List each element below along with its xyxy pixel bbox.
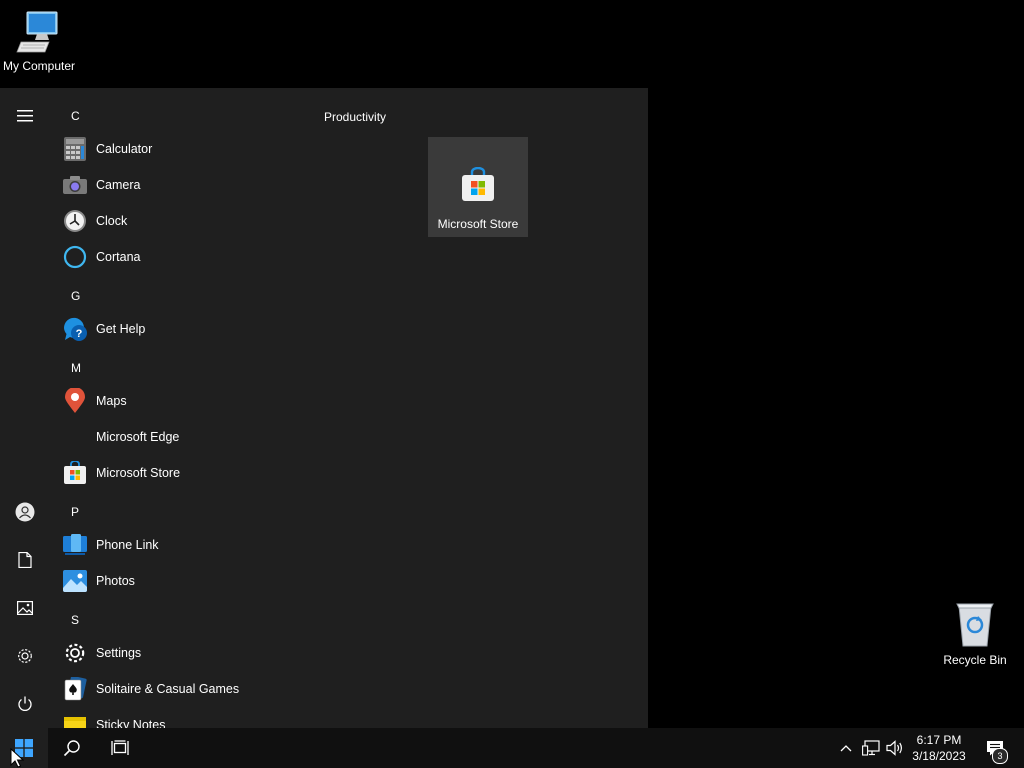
taskbar-clock[interactable]: 6:17 PM 3/18/2023	[906, 732, 972, 764]
start-button[interactable]	[0, 728, 48, 768]
maps-icon	[62, 388, 88, 414]
section-header-s[interactable]: S	[71, 613, 79, 627]
app-microsoft-store[interactable]: Microsoft Store	[60, 456, 300, 490]
tile-label: Microsoft Store	[437, 217, 519, 231]
app-clock[interactable]: Clock	[60, 204, 300, 238]
desktop: My Computer Recycle Bin C Calculator Cam…	[0, 0, 1024, 768]
my-computer-desktop-icon[interactable]: My Computer	[0, 8, 78, 73]
app-solitaire[interactable]: Solitaire & Casual Games	[60, 672, 300, 706]
app-camera[interactable]: Camera	[60, 168, 300, 202]
section-header-c[interactable]: C	[71, 109, 80, 123]
app-label: Sticky Notes	[96, 718, 166, 728]
task-view-icon	[111, 740, 129, 755]
pictures-icon	[17, 601, 33, 615]
clock-icon	[62, 208, 88, 234]
app-label: Microsoft Edge	[96, 430, 180, 444]
computer-icon	[16, 11, 58, 53]
sticky-notes-icon	[62, 712, 88, 728]
app-label: Calculator	[96, 142, 153, 156]
microsoft-store-icon	[62, 460, 88, 486]
recycle-bin-icon	[956, 603, 994, 647]
app-list[interactable]: C Calculator Camera Clock Cortana G ? Ge…	[50, 88, 310, 728]
photos-icon	[62, 568, 88, 594]
app-sticky-notes[interactable]: Sticky Notes	[60, 708, 300, 728]
app-label: Cortana	[96, 250, 141, 264]
app-phone-link[interactable]: Phone Link	[60, 528, 300, 562]
documents-icon	[18, 552, 32, 568]
app-maps[interactable]: Maps	[60, 384, 300, 418]
clock-time: 6:17 PM	[916, 733, 962, 747]
settings-icon	[62, 640, 88, 666]
app-microsoft-edge[interactable]: Microsoft Edge	[60, 420, 300, 454]
app-calculator[interactable]: Calculator	[60, 132, 300, 166]
app-label: Solitaire & Casual Games	[96, 682, 240, 696]
microsoft-store-icon	[462, 167, 494, 201]
task-view-button[interactable]	[96, 728, 144, 768]
notification-count-badge: 3	[992, 748, 1008, 764]
settings-button[interactable]	[0, 636, 50, 676]
mouse-pointer-icon	[10, 748, 24, 768]
volume-button[interactable]	[884, 728, 906, 768]
app-label: Get Help	[96, 322, 146, 336]
clock-date: 3/18/2023	[912, 749, 966, 763]
app-cortana[interactable]: Cortana	[60, 240, 300, 274]
camera-icon	[62, 172, 88, 198]
app-label: Maps	[96, 394, 127, 408]
calculator-icon	[62, 136, 88, 162]
recycle-bin-desktop-icon[interactable]: Recycle Bin	[940, 600, 1010, 667]
power-button[interactable]	[0, 684, 50, 724]
start-menu-rail	[0, 88, 50, 728]
microsoft-edge-icon	[62, 424, 88, 450]
get-help-icon: ?	[62, 316, 88, 342]
volume-icon	[886, 740, 902, 756]
app-label: Settings	[96, 646, 142, 660]
user-account-icon	[15, 502, 35, 522]
svg-text:?: ?	[76, 328, 83, 340]
show-hidden-icons-button[interactable]	[836, 728, 856, 768]
network-button[interactable]	[860, 728, 882, 768]
section-header-p[interactable]: P	[71, 505, 79, 519]
hamburger-menu-icon	[17, 110, 33, 122]
documents-button[interactable]	[0, 540, 50, 580]
my-computer-label: My Computer	[2, 59, 76, 73]
taskbar: 6:17 PM 3/18/2023 3	[0, 728, 1024, 768]
app-label: Clock	[96, 214, 128, 228]
microsoft-store-tile[interactable]: Microsoft Store	[428, 137, 528, 237]
recycle-bin-label: Recycle Bin	[943, 653, 1007, 667]
app-label: Phone Link	[96, 538, 159, 552]
power-icon	[18, 696, 32, 711]
settings-gear-icon	[18, 649, 32, 663]
user-account-button[interactable]	[0, 492, 50, 532]
expand-menu-button[interactable]	[0, 96, 50, 136]
search-icon	[63, 740, 80, 757]
app-get-help[interactable]: ? Get Help	[60, 312, 300, 346]
solitaire-icon	[62, 676, 88, 702]
chevron-up-icon	[840, 745, 852, 752]
network-icon	[862, 740, 880, 756]
cortana-icon	[62, 244, 88, 270]
tile-group-title[interactable]: Productivity	[324, 110, 386, 124]
app-settings[interactable]: Settings	[60, 636, 300, 670]
pictures-button[interactable]	[0, 588, 50, 628]
app-photos[interactable]: Photos	[60, 564, 300, 598]
section-header-g[interactable]: G	[71, 289, 80, 303]
search-button[interactable]	[48, 728, 96, 768]
section-header-m[interactable]: M	[71, 361, 81, 375]
app-label: Camera	[96, 178, 141, 192]
start-menu: C Calculator Camera Clock Cortana G ? Ge…	[0, 88, 648, 728]
app-label: Microsoft Store	[96, 466, 181, 480]
app-label: Photos	[96, 574, 135, 588]
phone-link-icon	[62, 532, 88, 558]
